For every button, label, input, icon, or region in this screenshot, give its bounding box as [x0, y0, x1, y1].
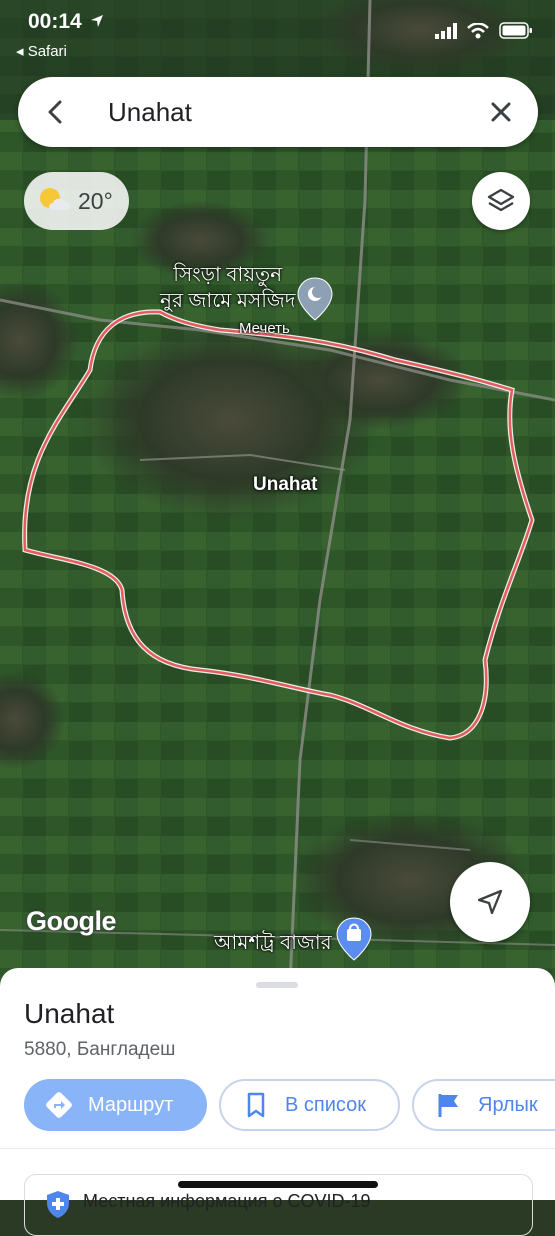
back-arrow-icon[interactable] [40, 95, 74, 129]
flag-icon [434, 1090, 464, 1120]
navigation-arrow-icon [477, 889, 503, 915]
close-icon[interactable] [484, 95, 518, 129]
back-to-app[interactable]: ◂ Safari [16, 42, 67, 60]
clock-text: 00:14 [28, 10, 82, 33]
mosque-name-line2: নুর জামে মসজিদ [160, 290, 296, 312]
mosque-label[interactable]: সিংড়া বায়তুন নুর জামে মসজিদ [160, 262, 295, 314]
route-button[interactable]: Маршрут [24, 1079, 207, 1131]
route-label: Маршрут [88, 1093, 174, 1116]
layers-icon [487, 188, 515, 212]
search-bar[interactable]: Unahat [18, 77, 538, 147]
wifi-icon [467, 22, 489, 38]
drag-handle[interactable] [256, 982, 298, 988]
temperature: 20° [78, 188, 113, 214]
place-title: Unahat [24, 998, 115, 1029]
bazar-label[interactable]: আমশট্র বাজার [214, 928, 332, 961]
sheet-divider [0, 1148, 555, 1149]
home-indicator[interactable] [178, 1181, 378, 1188]
save-to-list-button[interactable]: В список [219, 1079, 400, 1131]
label-text: Ярлык [478, 1093, 538, 1116]
back-app-label: Safari [27, 43, 67, 60]
area-name-label[interactable]: Unahat [253, 474, 317, 496]
layers-button[interactable] [472, 172, 530, 230]
status-time: 00:14 [28, 10, 104, 34]
search-query[interactable]: Unahat [108, 97, 192, 128]
status-icons [435, 22, 533, 39]
weather-chip[interactable]: 20° [24, 172, 129, 230]
shield-icon [47, 1191, 69, 1218]
place-sheet[interactable]: Unahat 5880, Бангладеш Маршрут В список … [0, 968, 555, 1236]
status-bar: 00:14 ◂ Safari [0, 0, 555, 70]
mosque-name-line1: সিংড়া বায়তুন [173, 264, 283, 286]
mosque-type-label: Мечеть [239, 320, 290, 337]
partly-cloudy-icon [40, 188, 71, 210]
signal-icon [435, 22, 457, 39]
label-button[interactable]: Ярлык [412, 1079, 555, 1131]
place-address: 5880, Бангладеш [24, 1039, 176, 1060]
google-logo: Google [26, 906, 117, 936]
covid-info-text: Местная информация о COVID-19 [83, 1191, 371, 1211]
my-location-button[interactable] [450, 862, 530, 942]
battery-icon [499, 22, 532, 39]
bookmark-icon [241, 1090, 271, 1120]
directions-icon [44, 1090, 74, 1120]
save-label: В список [285, 1093, 366, 1116]
location-arrow-icon [90, 15, 103, 27]
